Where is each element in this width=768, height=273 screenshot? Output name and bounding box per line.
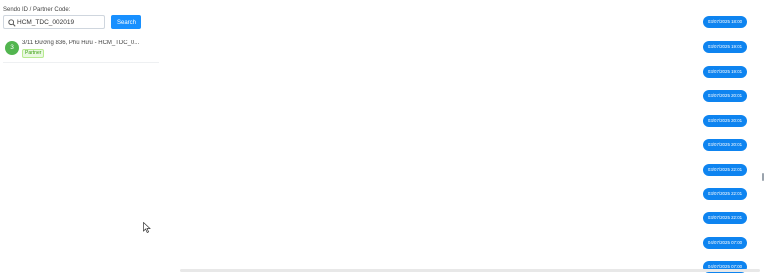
time-badge[interactable]: 03/07/2025 20:01 <box>703 115 747 127</box>
timeline-panel <box>160 0 768 273</box>
time-badge[interactable]: 03/07/2025 19:01 <box>703 66 747 78</box>
time-badge[interactable]: 03/07/2025 20:01 <box>703 90 747 102</box>
time-badge[interactable]: 04/07/2025 07:00 <box>703 237 747 249</box>
time-badge[interactable]: 03/07/2025 22:01 <box>703 212 747 224</box>
avatar: 3 <box>5 41 19 55</box>
partner-tag: Partner <box>22 49 45 58</box>
search-input[interactable] <box>17 17 103 28</box>
search-icon <box>8 19 16 27</box>
time-badge[interactable]: 03/07/2025 22:01 <box>703 164 747 176</box>
search-field[interactable] <box>3 15 105 29</box>
search-label: Sendo ID / Partner Code: <box>3 7 71 13</box>
time-badge[interactable]: 03/07/2025 18:00 <box>703 16 747 28</box>
time-badge[interactable]: 03/07/2025 19:01 <box>703 41 747 53</box>
time-badge[interactable]: 03/07/2025 20:01 <box>703 139 747 151</box>
horizontal-scrollbar[interactable] <box>180 269 760 272</box>
result-title: 3/11 Đường 836, Phú Hữu - HCM_TDC_0... <box>22 40 140 46</box>
vertical-scrollbar-thumb[interactable] <box>762 173 764 181</box>
list-item[interactable]: 3 3/11 Đường 836, Phú Hữu - HCM_TDC_0...… <box>3 36 159 63</box>
mouse-cursor-icon <box>143 222 151 233</box>
search-panel: Sendo ID / Partner Code: Search 3 3/11 Đ… <box>0 0 160 273</box>
time-badge[interactable]: 03/07/2025 22:01 <box>703 188 747 200</box>
search-button[interactable]: Search <box>111 15 141 29</box>
